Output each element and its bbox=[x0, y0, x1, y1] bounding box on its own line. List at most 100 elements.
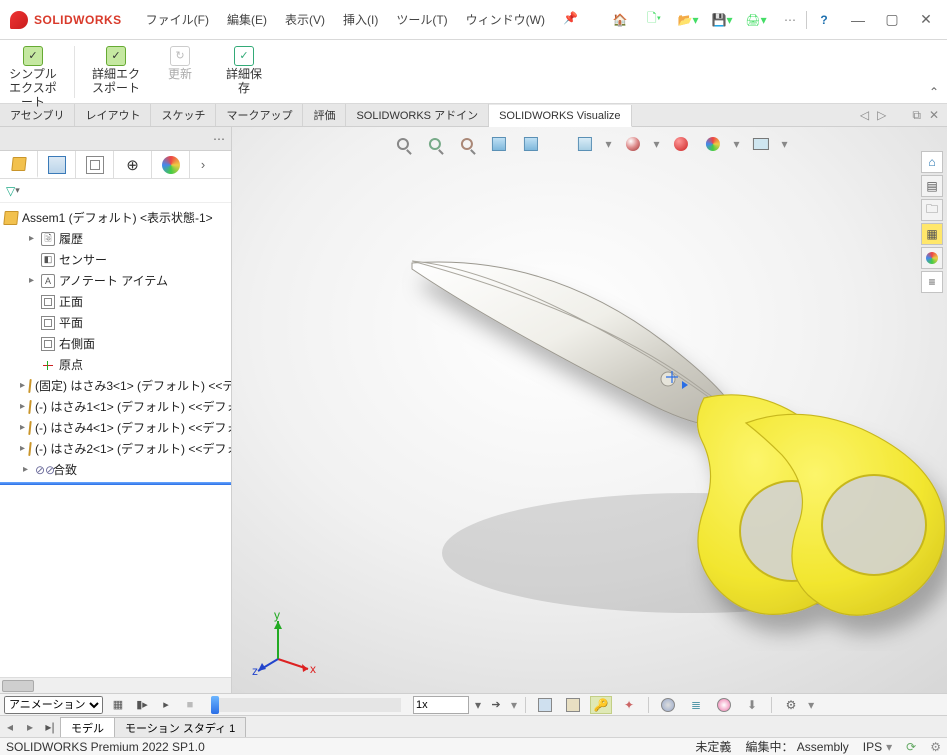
status-rebuild-icon[interactable]: ⟳ bbox=[906, 740, 916, 754]
anim-wizard-icon[interactable] bbox=[562, 696, 584, 714]
graphics-viewport[interactable]: ▾ ▾ ▾ ▾ ⌂ ▤ 🗀 ▦ ≡ bbox=[232, 127, 947, 693]
menu-tools[interactable]: ツール(T) bbox=[396, 11, 447, 28]
expand-icon[interactable]: ▸ bbox=[20, 422, 25, 433]
qa-open-icon[interactable]: 📂▾ bbox=[673, 7, 703, 33]
menu-window[interactable]: ウィンドウ(W) bbox=[466, 11, 545, 28]
mdi-close-icon[interactable]: ✕ bbox=[929, 108, 939, 122]
rail-home-icon[interactable]: ⌂ bbox=[921, 151, 943, 173]
window-close-button[interactable]: ✕ bbox=[911, 7, 941, 33]
ribbon-update-button[interactable]: ↻ 更新 bbox=[155, 46, 205, 82]
tree-origin[interactable]: 原点 bbox=[0, 354, 231, 375]
menu-view[interactable]: 表示(V) bbox=[285, 11, 325, 28]
qa-save-icon[interactable]: 💾▾ bbox=[707, 7, 737, 33]
tree-sensors[interactable]: ◧ センサー bbox=[0, 249, 231, 270]
qa-home-icon[interactable]: 🏠 bbox=[605, 7, 635, 33]
view-orientation-icon[interactable] bbox=[573, 133, 595, 155]
expand-icon[interactable]: ▸ bbox=[26, 233, 37, 244]
fm-tab-more-icon[interactable]: › bbox=[190, 151, 216, 178]
tree-history[interactable]: ▸ 🗟 履歴 bbox=[0, 228, 231, 249]
mdi-next-icon[interactable]: ▷ bbox=[877, 108, 886, 122]
calc-icon[interactable]: ▦ bbox=[109, 697, 127, 713]
play-start-icon[interactable]: ▮▸ bbox=[133, 697, 151, 713]
expand-icon[interactable]: ▸ bbox=[26, 275, 37, 286]
qa-new-icon[interactable]: 🗋▾ bbox=[639, 7, 669, 33]
goto-icon[interactable]: ➔ bbox=[487, 697, 505, 713]
tree-part-0[interactable]: ▸ (固定) はさみ3<1> (デフォルト) <<デフォルト bbox=[0, 375, 231, 396]
tree-top-plane[interactable]: 平面 bbox=[0, 312, 231, 333]
panel-hscroll[interactable] bbox=[0, 677, 231, 693]
tab-sketch[interactable]: スケッチ bbox=[151, 104, 216, 126]
motor-icon[interactable] bbox=[657, 696, 679, 714]
fm-tab-dim[interactable]: ⊕ bbox=[114, 151, 152, 178]
tree-part-1[interactable]: ▸ (-) はさみ1<1> (デフォルト) <<デフォルト bbox=[0, 396, 231, 417]
doc-tab-next-icon[interactable]: ▸ bbox=[20, 717, 40, 737]
zoom-fit-icon[interactable] bbox=[391, 133, 413, 155]
expand-icon[interactable]: ▸ bbox=[20, 443, 25, 454]
autokey-icon[interactable]: 🔑 bbox=[590, 696, 612, 714]
qa-help-icon[interactable]: ? bbox=[809, 7, 839, 33]
spring-icon[interactable]: ≣ bbox=[685, 696, 707, 714]
stop-icon[interactable]: ■ bbox=[181, 697, 199, 713]
tree-front-plane[interactable]: 正面 bbox=[0, 291, 231, 312]
doc-tab-motion[interactable]: モーション スタディ 1 bbox=[114, 717, 246, 737]
expand-icon[interactable]: ▸ bbox=[20, 380, 25, 391]
tree-filter-button[interactable]: ▽▾ bbox=[0, 179, 231, 203]
orientation-triad[interactable]: x y z bbox=[250, 607, 322, 679]
doc-tab-model[interactable]: モデル bbox=[60, 717, 115, 737]
render-icon[interactable] bbox=[750, 133, 772, 155]
qa-more-icon[interactable]: ⋯ bbox=[775, 7, 805, 33]
window-minimize-button[interactable]: — bbox=[843, 7, 873, 33]
save-anim-icon[interactable] bbox=[534, 696, 556, 714]
expand-icon[interactable]: ▸ bbox=[20, 464, 31, 475]
ribbon-simple-export-button[interactable]: ✓ シンプル エクスポ ート bbox=[8, 46, 58, 109]
feature-tree[interactable]: Assem1 (デフォルト) <表示状態-1> ▸ 🗟 履歴 ◧ センサー ▸ … bbox=[0, 203, 231, 677]
tree-part-2[interactable]: ▸ (-) はさみ4<1> (デフォルト) <<デフォルト bbox=[0, 417, 231, 438]
appearance-icon[interactable] bbox=[702, 133, 724, 155]
menu-pin-icon[interactable]: 📌 bbox=[563, 11, 578, 28]
ribbon-detail-export-button[interactable]: ✓ 詳細エク スポート bbox=[91, 46, 141, 96]
expand-icon[interactable]: ▸ bbox=[20, 401, 25, 412]
window-maximize-button[interactable]: ▢ bbox=[877, 7, 907, 33]
tree-part-3[interactable]: ▸ (-) はさみ2<1> (デフォルト) <<デフォルト bbox=[0, 438, 231, 459]
scale-dropdown-icon[interactable]: ▾ bbox=[475, 698, 481, 712]
ribbon-collapse-icon[interactable]: ⌃ bbox=[929, 85, 939, 99]
status-options-icon[interactable]: ⚙ bbox=[930, 740, 941, 754]
tree-root[interactable]: Assem1 (デフォルト) <表示状態-1> bbox=[0, 207, 231, 228]
tab-layout[interactable]: レイアウト bbox=[75, 104, 151, 126]
prev-view-icon[interactable] bbox=[455, 133, 477, 155]
scene-icon[interactable] bbox=[670, 133, 692, 155]
motion-settings-icon[interactable]: ⚙ bbox=[780, 696, 802, 714]
tab-markup[interactable]: マークアップ bbox=[216, 104, 303, 126]
addkey-icon[interactable]: ✦ bbox=[618, 696, 640, 714]
doc-tab-add-icon[interactable]: ▸| bbox=[40, 717, 60, 737]
tree-right-plane[interactable]: 右側面 bbox=[0, 333, 231, 354]
dynamic-section-icon[interactable] bbox=[519, 133, 541, 155]
tree-mates[interactable]: ▸ ⊘⊘ 合致 bbox=[0, 459, 231, 480]
doc-tab-prev-icon[interactable]: ◂ bbox=[0, 717, 20, 737]
menu-file[interactable]: ファイル(F) bbox=[146, 11, 209, 28]
fm-tab-config[interactable] bbox=[76, 151, 114, 178]
tab-evaluate[interactable]: 評価 bbox=[303, 104, 346, 126]
qa-print-icon[interactable]: 🖨▾ bbox=[741, 7, 771, 33]
fm-tab-tree[interactable] bbox=[0, 151, 38, 178]
tab-visualize[interactable]: SOLIDWORKS Visualize bbox=[489, 105, 631, 127]
fm-tab-appear[interactable] bbox=[152, 151, 190, 178]
tab-addins[interactable]: SOLIDWORKS アドイン bbox=[346, 104, 489, 126]
mdi-restore-icon[interactable]: ⧉ bbox=[912, 108, 921, 123]
playback-scale-input[interactable] bbox=[413, 696, 469, 714]
motion-mode-select[interactable]: アニメーション bbox=[4, 696, 103, 714]
time-slider[interactable] bbox=[211, 698, 401, 712]
ribbon-detail-save-button[interactable]: ✓ 詳細保 存 bbox=[219, 46, 269, 96]
rollback-bar[interactable] bbox=[0, 482, 231, 485]
status-units-button[interactable]: IPS ▾ bbox=[863, 740, 892, 754]
mdi-prev-icon[interactable]: ◁ bbox=[860, 108, 869, 122]
zoom-area-icon[interactable] bbox=[423, 133, 445, 155]
panel-expand-bar[interactable]: ⋯ bbox=[0, 127, 231, 151]
contact-icon[interactable] bbox=[713, 696, 735, 714]
section-view-icon[interactable] bbox=[487, 133, 509, 155]
time-thumb[interactable] bbox=[211, 696, 219, 714]
menu-insert[interactable]: 挿入(I) bbox=[343, 11, 378, 28]
menu-edit[interactable]: 編集(E) bbox=[227, 11, 267, 28]
play-icon[interactable]: ▸ bbox=[157, 697, 175, 713]
display-style-icon[interactable] bbox=[621, 133, 643, 155]
